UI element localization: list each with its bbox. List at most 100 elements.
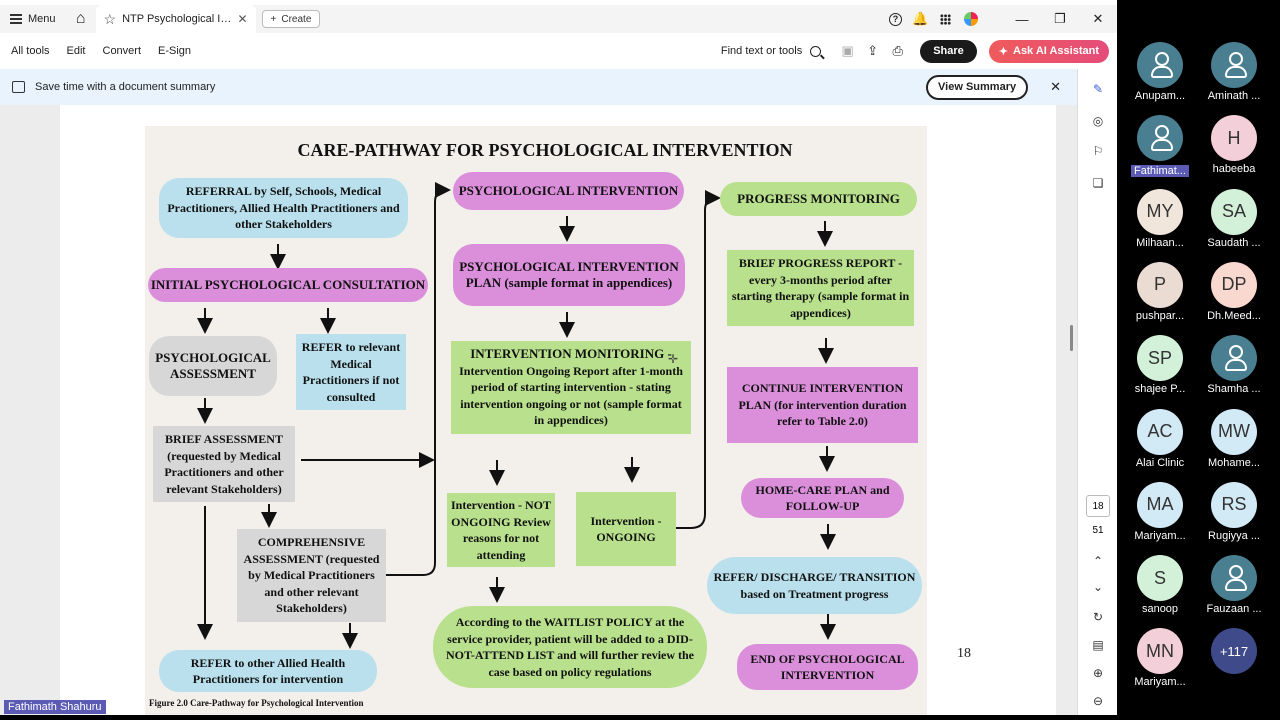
save-icon[interactable]: ▣ (835, 37, 860, 65)
home-care-box: HOME-CARE PLAN and FOLLOW-UP (741, 478, 904, 518)
participant-name: Mariyam... (1134, 529, 1186, 542)
participant-tile[interactable]: Aminath ... (1194, 42, 1274, 102)
edit-button[interactable]: Edit (56, 45, 86, 57)
comment-icon[interactable]: ◎ (1090, 113, 1106, 129)
menu-button[interactable]: Menu (0, 5, 66, 33)
close-banner-icon[interactable]: ✕ (1050, 79, 1061, 95)
home-icon[interactable]: ⌂ (66, 5, 96, 33)
participant-avatar: MW (1211, 408, 1257, 455)
mouse-cursor-icon: ✛ (668, 352, 679, 366)
person-icon (1137, 115, 1183, 162)
participant-name: sanoop (1141, 603, 1179, 616)
view-summary-button[interactable]: View Summary (926, 74, 1029, 100)
participant-avatar: S (1137, 555, 1183, 602)
participant-tile[interactable]: SA Saudath ... (1194, 188, 1274, 249)
esign-button[interactable]: E-Sign (147, 45, 191, 57)
bookmark-icon[interactable]: ⚐ (1090, 143, 1106, 159)
person-icon (1211, 42, 1257, 88)
restore-icon[interactable]: ❐ (1041, 5, 1079, 33)
participant-tile[interactable]: MY Milhaan... (1120, 188, 1200, 249)
participant-name: Alai Clinic (1135, 456, 1185, 469)
participant-tile[interactable]: MN Mariyam... (1120, 628, 1200, 688)
participant-avatar: DP (1211, 261, 1257, 308)
total-pages: 51 (1092, 525, 1104, 536)
all-tools-button[interactable]: All tools (0, 45, 50, 57)
help-icon[interactable]: ? (883, 5, 908, 33)
participant-name: shajee P... (1134, 383, 1186, 396)
person-icon (1211, 555, 1257, 602)
main-toolbar: All tools Edit Convert E-Sign Find text … (0, 33, 1117, 69)
convert-button[interactable]: Convert (92, 45, 142, 57)
star-icon[interactable]: ☆ (104, 11, 117, 28)
participant-tile[interactable]: DP Dh.Meed... (1194, 261, 1274, 322)
participant-avatar: P (1137, 261, 1183, 308)
active-speaker-label: Fathimath Shahuru (4, 700, 106, 714)
psychological-intervention-box: PSYCHOLOGICAL INTERVENTION (453, 172, 684, 210)
upload-icon[interactable]: ⇪ (860, 37, 885, 65)
participant-name: Rugiyya ... (1208, 529, 1260, 542)
participant-avatar: H (1211, 115, 1257, 162)
participant-tile[interactable]: Anupam... (1120, 42, 1200, 102)
participant-tile[interactable]: SP shajee P... (1120, 335, 1200, 395)
search-icon (810, 45, 822, 57)
chevron-down-icon[interactable]: ⌄ (1090, 579, 1106, 595)
continue-plan-box: CONTINUE INTERVENTION PLAN (for interven… (727, 367, 918, 443)
participant-tile[interactable]: +117 (1194, 628, 1274, 675)
account-avatar-icon[interactable] (958, 5, 983, 33)
brief-assessment-box: BRIEF ASSESSMENT (requested by Medical P… (153, 426, 295, 502)
participant-name: Aminath ... (1207, 90, 1261, 102)
ai-summary-icon[interactable]: ✎ (1090, 81, 1106, 97)
minimize-icon[interactable]: — (1003, 5, 1041, 33)
chevron-up-icon[interactable]: ⌃ (1090, 553, 1106, 569)
participant-tile[interactable]: MA Mariyam... (1120, 481, 1200, 542)
participant-tile[interactable]: Shamha ... (1194, 335, 1274, 395)
progress-monitoring-box: PROGRESS MONITORING (720, 182, 917, 216)
close-tab-icon[interactable]: ✕ (237, 12, 247, 26)
figure-caption: Figure 2.0 Care-Pathway for Psychologica… (149, 698, 364, 708)
participant-name: Fathimat... (1120, 163, 1200, 178)
summary-banner: Save time with a document summary View S… (0, 69, 1077, 105)
close-window-icon[interactable]: ✕ (1079, 5, 1117, 33)
psychological-assessment-box: PSYCHOLOGICAL ASSESSMENT (149, 336, 277, 396)
refer-medical-box: REFER to relevant Medical Practitioners … (296, 334, 406, 410)
brief-progress-box: BRIEF PROGRESS REPORT - every 3-months p… (727, 250, 914, 326)
participant-name: Mariyam... (1134, 676, 1186, 689)
share-button[interactable]: Share (920, 39, 977, 63)
zoom-out-icon[interactable]: ⊖ (1090, 693, 1106, 709)
apps-grid-icon[interactable] (933, 5, 958, 33)
print-icon[interactable]: ⎙ (885, 37, 910, 65)
diagram-title: CARE-PATHWAY FOR PSYCHOLOGICAL INTERVENT… (297, 140, 793, 160)
bell-icon[interactable]: 🔔 (908, 5, 933, 33)
monitoring-title: INTERVENTION MONITORING - (470, 346, 672, 362)
participant-name: habeeba (1212, 163, 1256, 176)
referral-box: REFERRAL by Self, Schools, Medical Pract… (159, 178, 408, 238)
participant-tile[interactable]: Ppushpar... (1120, 261, 1200, 322)
find-tools[interactable]: Find text or tools (720, 45, 822, 57)
scrollbar-handle[interactable] (1070, 325, 1073, 351)
comprehensive-assessment-box: COMPREHENSIVE ASSESSMENT (requested by M… (237, 529, 386, 622)
participant-tile[interactable]: Fauzaan ... (1194, 555, 1274, 615)
refer-discharge-box: REFER/ DISCHARGE/ TRANSITION based on Tr… (707, 557, 922, 614)
pages-icon[interactable]: ❏ (1090, 175, 1106, 191)
refresh-icon[interactable]: ↻ (1090, 609, 1106, 625)
document-tab[interactable]: ☆ NTP Psychological Inter... ✕ (95, 5, 256, 33)
participant-tile[interactable]: RS Rugiyya ... (1194, 481, 1274, 542)
find-label: Find text or tools (720, 45, 803, 57)
ongoing-box: Intervention - ONGOING (576, 492, 676, 566)
participant-tile[interactable]: Ssanoop (1120, 555, 1200, 615)
page-number-input[interactable]: 18 (1086, 495, 1110, 517)
create-button[interactable]: + Create (261, 10, 321, 28)
participant-name: Anupam... (1134, 90, 1186, 102)
participant-avatar: AC (1137, 408, 1183, 455)
ai-assistant-button[interactable]: ✦ Ask AI Assistant (988, 39, 1109, 63)
zoom-in-icon[interactable]: ⊕ (1090, 665, 1106, 681)
document-icon[interactable]: ▤ (1090, 637, 1106, 653)
participant-tile[interactable]: Hhabeeba (1194, 115, 1274, 175)
participants-panel: Anupam... Aminath ... Fathimat... Hhabeeba M… (1117, 0, 1280, 720)
participant-tile[interactable]: MW Mohame... (1194, 408, 1274, 469)
participant-tile[interactable]: Fathimat... (1120, 115, 1200, 178)
plus-icon: + (270, 13, 277, 25)
participant-tile[interactable]: AC Alai Clinic (1120, 408, 1200, 469)
bottom-strip (0, 715, 1117, 720)
participant-avatar: MN (1137, 628, 1183, 675)
